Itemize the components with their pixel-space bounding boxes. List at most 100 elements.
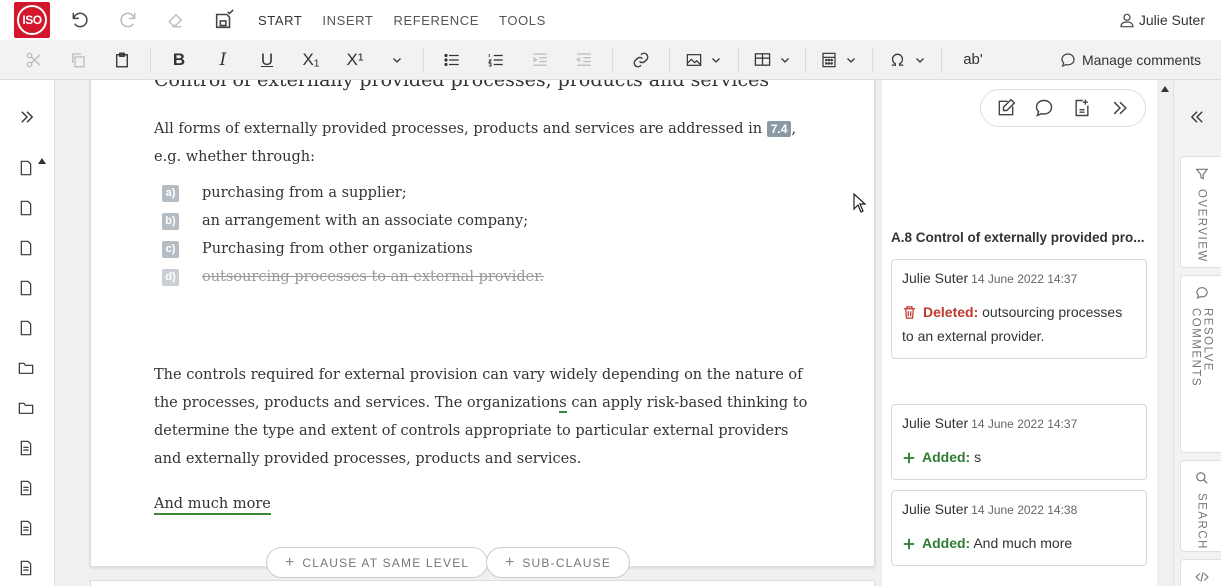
bold-button[interactable]: B xyxy=(157,40,201,80)
subscript-button[interactable]: X₁ xyxy=(289,40,333,80)
ordered-list: a) purchasing from a supplier; b) an arran… xyxy=(162,179,762,291)
bullet-list-icon xyxy=(444,53,459,66)
folder-icon xyxy=(18,402,34,414)
page-icon xyxy=(20,200,32,216)
underline-button[interactable]: U xyxy=(245,40,289,80)
document-icon xyxy=(20,520,32,536)
tab-overview[interactable]: OVERVIEW xyxy=(1180,156,1221,268)
insert-image-dropdown[interactable] xyxy=(676,40,732,80)
superscript-button[interactable]: X¹ xyxy=(333,40,377,80)
edit-comment-button[interactable] xyxy=(996,98,1016,118)
outdent-icon xyxy=(575,52,591,66)
insert-link-button[interactable] xyxy=(619,40,663,80)
list-item[interactable]: b) an arrangement with an associate compa… xyxy=(162,207,762,235)
link-icon xyxy=(633,52,649,67)
tab-resolve-comments[interactable]: RESOLVE COMMENTS xyxy=(1180,275,1221,453)
plus-icon: + xyxy=(505,553,515,571)
right-side-panel-tabs: OVERVIEW RESOLVE COMMENTS SEARCH xyxy=(1173,80,1221,586)
tracked-insertion-paragraph[interactable]: And much more xyxy=(154,496,271,515)
outline-scroll-up-arrow[interactable] xyxy=(38,158,46,164)
export-comments-button[interactable] xyxy=(1072,98,1092,118)
outline-item-folder[interactable] xyxy=(18,400,36,418)
format-toolbar: B I U X₁ X¹ ab' Manage comments xyxy=(0,40,1221,80)
save-button[interactable] xyxy=(200,0,248,40)
insert-formula-dropdown[interactable] xyxy=(812,40,866,80)
paragraph-controls[interactable]: The controls required for external provi… xyxy=(154,361,814,473)
comment-card[interactable]: Julie Suter 14 June 2022 14:37 Added: s xyxy=(891,404,1147,480)
outline-item-page[interactable] xyxy=(18,240,36,258)
outline-item-page[interactable] xyxy=(18,320,36,338)
chevron-down-icon xyxy=(847,57,855,63)
add-clause-same-level-button[interactable]: + CLAUSE AT SAME LEVEL xyxy=(266,547,489,578)
manage-comments-button[interactable]: Manage comments xyxy=(1060,40,1201,80)
clause-heading[interactable]: Control of externally provided processes… xyxy=(154,80,769,91)
comment-card[interactable]: Julie Suter 14 June 2022 14:37 Deleted: o… xyxy=(891,259,1147,359)
list-item-text: purchasing from a supplier; xyxy=(202,185,407,201)
outline-item-document[interactable] xyxy=(18,520,36,538)
trash-icon xyxy=(903,306,916,319)
comment-card[interactable]: Julie Suter 14 June 2022 14:38 Added: And… xyxy=(891,490,1147,566)
tab-insert[interactable]: INSERT xyxy=(312,0,383,40)
mouse-pointer-icon xyxy=(853,193,867,213)
outline-item-page[interactable] xyxy=(18,200,36,218)
bullet-list-button[interactable] xyxy=(430,40,474,80)
page-icon xyxy=(20,240,32,256)
add-comment-button[interactable] xyxy=(1034,98,1054,118)
comment-icon xyxy=(1195,287,1208,299)
list-item[interactable]: a) purchasing from a supplier; xyxy=(162,179,762,207)
outline-item-page[interactable] xyxy=(18,280,36,298)
user-icon xyxy=(1120,13,1134,28)
special-character-dropdown[interactable] xyxy=(879,40,935,80)
code-icon xyxy=(1194,572,1209,582)
insert-table-dropdown[interactable] xyxy=(745,40,799,80)
paste-button[interactable] xyxy=(100,40,144,80)
change-type-added: Added: xyxy=(922,535,971,551)
outline-item-page[interactable] xyxy=(18,160,36,178)
tab-reference[interactable]: REFERENCE xyxy=(383,0,489,40)
numbered-list-button[interactable] xyxy=(474,40,518,80)
redo-button[interactable] xyxy=(104,0,152,40)
outline-item-document[interactable] xyxy=(18,480,36,498)
iso-logo: ISO xyxy=(14,2,50,38)
cut-button[interactable] xyxy=(12,40,56,80)
tab-start[interactable]: START xyxy=(248,0,312,40)
tab-search[interactable]: SEARCH xyxy=(1180,460,1221,552)
comment-body: Added: s xyxy=(902,445,1136,469)
document-page[interactable]: Control of externally provided processes… xyxy=(90,80,875,567)
comment-author: Julie Suter xyxy=(902,270,969,286)
comments-scrollbar[interactable] xyxy=(1157,80,1173,586)
change-type-added: Added: xyxy=(922,449,971,465)
tab-tools[interactable]: TOOLS xyxy=(489,0,556,40)
collapse-side-panel-button[interactable] xyxy=(1188,108,1206,126)
indent-button[interactable] xyxy=(518,40,562,80)
outdent-button[interactable] xyxy=(562,40,606,80)
list-item[interactable]: c) Purchasing from other organizations xyxy=(162,235,762,263)
collapse-panel-button[interactable] xyxy=(1110,98,1130,118)
paragraph-externally-provided[interactable]: All forms of externally provided process… xyxy=(154,115,814,171)
outline-item-document[interactable] xyxy=(18,560,36,578)
tab-source-code[interactable] xyxy=(1180,559,1221,586)
clear-format-button[interactable] xyxy=(152,0,200,40)
search-icon xyxy=(1195,472,1208,484)
list-item-label: c) xyxy=(162,240,179,258)
tracked-insertion[interactable]: s xyxy=(559,395,567,413)
undo-button[interactable] xyxy=(56,0,104,40)
list-item-deleted[interactable]: d) outsourcing processes to an external p… xyxy=(162,263,762,291)
add-sub-clause-button[interactable]: + SUB-CLAUSE xyxy=(486,547,631,578)
indent-icon xyxy=(532,52,547,66)
more-format-dropdown[interactable] xyxy=(377,40,417,80)
outline-item-document[interactable] xyxy=(18,440,36,458)
abbreviation-button[interactable]: ab' xyxy=(948,40,998,80)
scroll-up-arrow[interactable] xyxy=(1161,86,1169,92)
tab-resolve-comments-label: RESOLVE COMMENTS xyxy=(1189,307,1214,387)
change-text: And much more xyxy=(973,535,1073,551)
copy-button[interactable] xyxy=(56,40,100,80)
user-menu[interactable]: Julie Suter xyxy=(1119,0,1205,40)
comments-panel: A.8 Control of externally provided pro..… xyxy=(882,80,1157,586)
tab-search-label: SEARCH xyxy=(1195,493,1208,550)
clause-reference[interactable]: 7.4 xyxy=(766,121,792,137)
italic-button[interactable]: I xyxy=(201,40,245,80)
expand-outline-button[interactable] xyxy=(18,108,36,126)
comment-section-title[interactable]: A.8 Control of externally provided pro..… xyxy=(891,230,1151,245)
outline-item-folder[interactable] xyxy=(18,360,36,378)
